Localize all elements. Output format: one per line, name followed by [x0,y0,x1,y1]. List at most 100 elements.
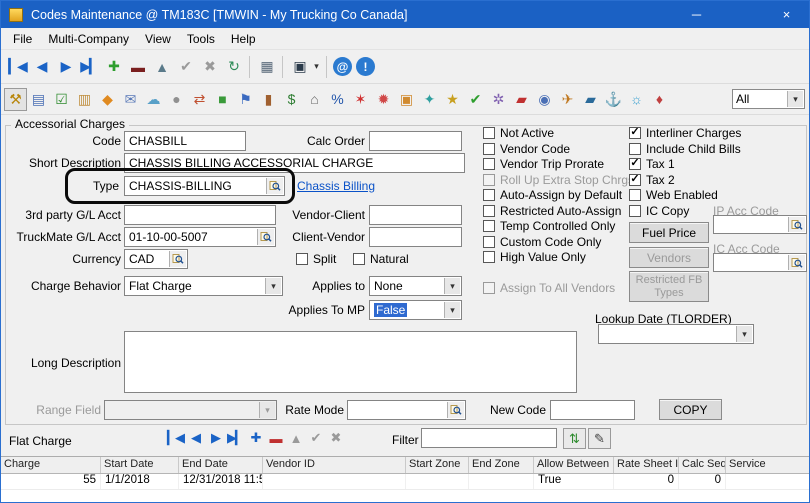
checkbox-restricted-auto-assign[interactable]: Restricted Auto-Assign [483,204,621,218]
checkbox-not-active[interactable]: Not Active [483,126,554,140]
close-button[interactable]: × [764,1,809,28]
post-edit-button[interactable]: ✔ [173,55,197,79]
post-row-button[interactable]: ✔ [305,427,325,449]
checkbox-temp-controlled-only[interactable]: Temp Controlled Only [483,219,615,233]
checkbox-natural[interactable]: Natural [353,252,409,266]
chevron-down-icon[interactable]: ▾ [265,278,281,294]
fuel-codes-icon[interactable]: ♦ [648,88,671,111]
barrel-codes-icon[interactable]: ▮ [257,88,280,111]
grid-row[interactable]: 551/1/201812/31/2018 11:59True00 [1,474,810,490]
checkbox-high-value-only[interactable]: High Value Only [483,250,586,264]
checkbox-ic-copy[interactable]: IC Copy [629,204,689,218]
chevron-down-icon[interactable]: ▾ [736,326,752,342]
grid-col-start-zone[interactable]: Start Zone [406,457,469,473]
currency-input[interactable]: CAD [124,249,188,269]
applies-to-select[interactable]: None ▾ [369,276,462,296]
checkbox-web-enabled[interactable]: Web Enabled [629,188,718,202]
prior-record-button[interactable]: ◀ [29,55,53,79]
fuel-price-button[interactable]: Fuel Price [629,222,709,243]
edit-row-button[interactable]: ▲ [285,427,305,449]
applies-to-mp-select[interactable]: False ▾ [369,300,462,320]
first-record-button[interactable]: ▎◀ [5,55,29,79]
menu-help[interactable]: Help [223,29,264,49]
codes-filter-select[interactable]: All ▾ [732,89,805,109]
code-input[interactable]: CHASBILL [124,131,246,151]
filter-input[interactable] [421,428,557,448]
wheel-codes-icon[interactable]: ◉ [533,88,556,111]
checkbox-split[interactable]: Split [296,252,336,266]
checkbox-assign-to-all-vendors[interactable]: Assign To All Vendors [483,281,615,295]
checkbox-include-child-bills[interactable]: Include Child Bills [629,142,741,156]
menu-multi-company[interactable]: Multi-Company [40,29,137,49]
grid-col-calc-seq[interactable]: Calc Seq [679,457,726,473]
checkbox-custom-code-only[interactable]: Custom Code Only [483,235,601,249]
check-codes-icon[interactable]: ✔ [464,88,487,111]
delete-record-button[interactable]: ▬ [125,55,149,79]
accessorial-charges-icon[interactable]: ⚒ [4,88,27,111]
range-field-select[interactable]: ▾ [104,400,277,420]
mail-codes-icon[interactable]: ✉ [119,88,142,111]
transfer-codes-icon[interactable]: ⇄ [188,88,211,111]
cloud-codes-icon[interactable]: ☁ [142,88,165,111]
next-record-button[interactable]: ▶ [53,55,77,79]
refresh-button[interactable]: ↻ [221,55,245,79]
info-button[interactable]: ! [356,57,375,76]
bank-codes-icon[interactable]: ⌂ [303,88,326,111]
flag-codes-icon[interactable]: ⚑ [234,88,257,111]
type-input[interactable]: CHASSIS-BILLING [124,176,285,196]
last-record-button[interactable]: ▶▎ [77,55,101,79]
vendor-client-input[interactable] [369,205,462,225]
chassis-billing-link[interactable]: Chassis Billing [297,179,375,193]
new-code-input[interactable] [550,400,635,420]
chevron-down-icon[interactable]: ▾ [444,278,460,294]
ic-acc-code-lookup-button[interactable] [788,255,805,270]
grid-col-charge[interactable]: Charge [1,457,101,473]
third-party-gl-input[interactable] [124,205,276,225]
gem-codes-icon[interactable]: ✦ [418,88,441,111]
client-vendor-input[interactable] [369,227,462,247]
checkbox-roll-up-extra-stop-chrgs[interactable]: Roll Up Extra Stop Chrgs [483,173,634,187]
first-row-button[interactable]: ▎◀ [165,427,185,449]
grid-col-service[interactable]: Service [726,457,810,473]
next-row-button[interactable]: ▶ [205,427,225,449]
insert-row-button[interactable]: ✚ [245,427,265,449]
truck-codes-icon[interactable]: ▰ [579,88,602,111]
delete-row-button[interactable]: ▬ [265,427,285,449]
filter-sort-button[interactable]: ⇅ [563,428,586,449]
calc-order-input[interactable] [369,131,462,151]
star-codes-icon[interactable]: ✶ [349,88,372,111]
checkbox-vendor-code[interactable]: Vendor Code [483,142,570,156]
plane-codes-icon[interactable]: ✈ [556,88,579,111]
shield-codes-icon[interactable]: ◆ [96,88,119,111]
crate-codes-icon[interactable]: ▣ [395,88,418,111]
vehicle-codes-icon[interactable]: ▰ [510,88,533,111]
chevron-down-icon[interactable]: ▾ [259,402,275,418]
copy-button[interactable]: COPY [659,399,722,420]
insert-record-button[interactable]: ✚ [101,55,125,79]
grid-codes-icon[interactable]: ▤ [27,88,50,111]
chevron-down-icon[interactable]: ▾ [444,302,460,318]
minimize-button[interactable]: ─ [674,1,719,28]
checkbox-interliner-charges[interactable]: Interliner Charges [629,126,741,140]
last-row-button[interactable]: ▶▎ [225,427,245,449]
cancel-edit-button[interactable]: ✖ [197,55,221,79]
asterisk-codes-icon[interactable]: ✲ [487,88,510,111]
type-lookup-button[interactable] [266,178,283,194]
approve-codes-icon[interactable]: ☑ [50,88,73,111]
chevron-down-icon[interactable]: ▾ [787,91,803,107]
checkbox-tax-2[interactable]: Tax 2 [629,173,675,187]
long-description-textarea[interactable] [124,331,577,393]
currency-lookup-button[interactable] [169,251,186,267]
ic-acc-code-input[interactable] [713,253,807,272]
web-services-button[interactable]: @ [333,57,352,76]
short-description-input[interactable]: CHASSIS BILLING ACCESSORIAL CHARGE [124,153,465,173]
grid-col-end-zone[interactable]: End Zone [469,457,534,473]
badge-codes-icon[interactable]: ★ [441,88,464,111]
checkbox-auto-assign-by-default[interactable]: Auto-Assign by Default [483,188,622,202]
menu-file[interactable]: File [5,29,40,49]
menu-tools[interactable]: Tools [179,29,223,49]
grid-col-rate-sheet-id[interactable]: Rate Sheet ID [614,457,679,473]
edit-record-button[interactable]: ▲ [149,55,173,79]
package-codes-icon[interactable]: ■ [211,88,234,111]
currency-codes-icon[interactable]: $ [280,88,303,111]
